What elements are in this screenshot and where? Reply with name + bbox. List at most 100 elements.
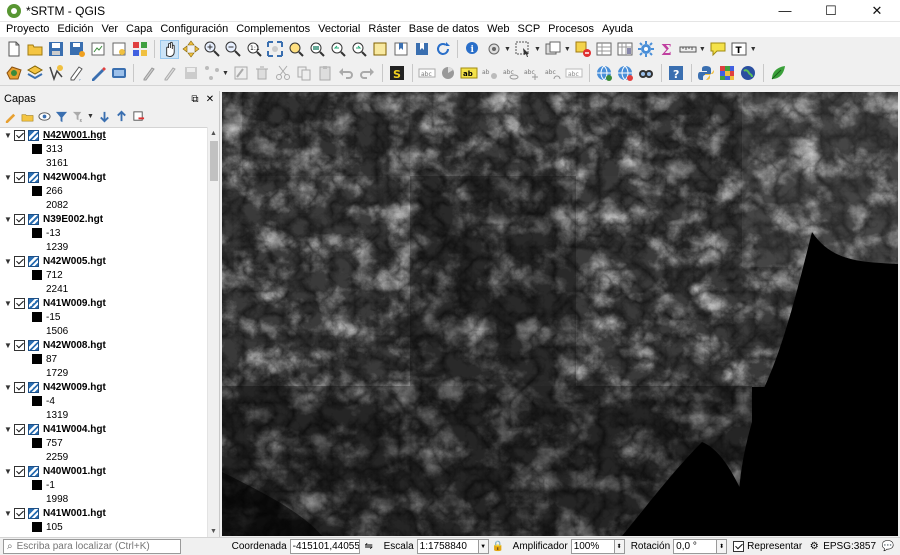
layer-name[interactable]: N39E002.hgt (43, 214, 103, 225)
add-delimited-text-icon[interactable]: , (67, 64, 86, 83)
layer-item[interactable]: ▼ N42W008.hgt 87 1729 (0, 338, 219, 380)
magnifier-field[interactable]: 100% (570, 539, 615, 554)
expander-icon[interactable]: ▼ (4, 509, 14, 518)
layer-item[interactable]: ▼ N41W001.hgt 105 (0, 506, 219, 537)
identify-features-icon[interactable]: i (463, 40, 482, 59)
rotation-spinbox[interactable]: 0,0 ° ⬍ (673, 539, 728, 554)
globe-icon[interactable] (739, 64, 758, 83)
manage-map-themes-icon[interactable] (37, 110, 51, 124)
show-bookmarks-icon[interactable] (412, 40, 431, 59)
layer-name[interactable]: N41W001.hgt (43, 508, 106, 519)
metasearch-icon[interactable] (637, 64, 656, 83)
layout-manager-icon[interactable] (109, 40, 128, 59)
layer-visibility-checkbox[interactable] (14, 423, 25, 435)
filter-legend-icon[interactable] (54, 110, 68, 124)
add-wms-layer-icon[interactable] (595, 64, 614, 83)
python-console-icon[interactable] (697, 64, 716, 83)
statistical-summary-icon[interactable]: Σ (658, 40, 677, 59)
layer-visibility-checkbox[interactable] (14, 381, 25, 393)
menu-vectorial[interactable]: Vectorial (314, 22, 364, 37)
layer-item[interactable]: ▼ N42W009.hgt -4 1319 (0, 380, 219, 422)
layer-item[interactable]: ▼ N40W001.hgt -1 1998 (0, 464, 219, 506)
layer-name[interactable]: N41W009.hgt (43, 298, 106, 309)
menu-ver[interactable]: Ver (98, 22, 123, 37)
coordinate-field[interactable]: -415101,4405562 (289, 539, 360, 554)
text-annotation-icon[interactable]: T (730, 40, 749, 59)
menu-base-de-datos[interactable]: Base de datos (405, 22, 483, 37)
menu-procesos[interactable]: Procesos (544, 22, 598, 37)
layers-scrollbar[interactable]: ▲ ▼ (207, 127, 219, 537)
style-panel-icon[interactable] (3, 110, 17, 124)
select-by-value-icon[interactable] (544, 40, 563, 59)
expander-icon[interactable]: ▼ (4, 131, 14, 140)
scp-plugin-icon[interactable]: S (388, 64, 407, 83)
help-icon[interactable]: ? (667, 64, 686, 83)
menu-capa[interactable]: Capa (122, 22, 156, 37)
collapse-all-icon[interactable] (115, 110, 129, 124)
data-source-manager-icon[interactable] (4, 64, 23, 83)
layer-visibility-checkbox[interactable] (14, 171, 25, 183)
print-layout-icon[interactable] (88, 40, 107, 59)
new-project-icon[interactable] (4, 40, 23, 59)
layer-name[interactable]: N42W005.hgt (43, 256, 106, 267)
maximize-button[interactable]: ☐ (808, 0, 854, 22)
layer-name[interactable]: N40W001.hgt (43, 466, 106, 477)
layer-visibility-checkbox[interactable] (14, 255, 25, 267)
expander-icon[interactable]: ▼ (4, 425, 14, 434)
menu-complementos[interactable]: Complementos (232, 22, 314, 37)
expander-icon[interactable]: ▼ (4, 467, 14, 476)
save-project-icon[interactable] (46, 40, 65, 59)
zoom-to-selection-icon[interactable] (286, 40, 305, 59)
processing-toolbox-icon[interactable] (637, 40, 656, 59)
chevron-down-icon[interactable]: ▼ (534, 46, 541, 53)
chevron-down-icon[interactable]: ▼ (87, 113, 94, 120)
deselect-features-icon[interactable] (574, 40, 593, 59)
layer-item[interactable]: ▼ N42W001.hgt 313 3161 (0, 128, 219, 170)
crs-label[interactable]: EPSG:3857 (823, 541, 876, 552)
add-wcs-layer-icon[interactable] (616, 64, 635, 83)
layer-item[interactable]: ▼ N42W005.hgt 712 2241 (0, 254, 219, 296)
layer-item[interactable]: ▼ N41W009.hgt -15 1506 (0, 296, 219, 338)
open-project-icon[interactable] (25, 40, 44, 59)
scale-field[interactable]: 1:1758840 (416, 539, 479, 554)
chevron-down-icon[interactable]: ▼ (478, 539, 489, 554)
scroll-down-icon[interactable]: ▼ (208, 525, 219, 537)
expander-icon[interactable]: ▼ (4, 215, 14, 224)
menu-configuracion[interactable]: Configuración (156, 22, 232, 37)
layer-name[interactable]: N42W001.hgt (43, 130, 106, 141)
digitize-icon[interactable] (88, 64, 107, 83)
locator-search-input[interactable]: ⌕ Escriba para localizar (Ctrl+K) (3, 539, 181, 554)
toggle-extents-icon[interactable]: ⇋ (363, 541, 375, 553)
pan-to-selection-icon[interactable] (181, 40, 200, 59)
measure-line-icon[interactable] (679, 40, 698, 59)
leaf-plugin-icon[interactable] (769, 64, 788, 83)
layer-visibility-checkbox[interactable] (14, 507, 25, 519)
new-bookmark-icon[interactable] (391, 40, 410, 59)
new-map-view-icon[interactable] (370, 40, 389, 59)
crs-icon[interactable]: ⚙ (808, 541, 820, 553)
close-panel-icon[interactable]: ✕ (204, 93, 216, 105)
highlight-labels-icon[interactable]: ab (460, 64, 479, 83)
chevron-down-icon[interactable]: ▼ (504, 46, 511, 53)
zoom-full-icon[interactable] (265, 40, 284, 59)
chevron-down-icon[interactable]: ▼ (750, 46, 757, 53)
move-label-icon[interactable]: abc (523, 64, 542, 83)
add-vector-layer-icon[interactable] (46, 64, 65, 83)
layer-item[interactable]: ▼ N39E002.hgt -13 1239 (0, 212, 219, 254)
layer-name[interactable]: N41W004.hgt (43, 424, 106, 435)
rotation-field[interactable]: 0,0 ° (673, 539, 718, 554)
layer-labeling-icon[interactable]: abc (418, 64, 437, 83)
layer-visibility-checkbox[interactable] (14, 213, 25, 225)
layer-item[interactable]: ▼ N41W004.hgt 757 2259 (0, 422, 219, 464)
render-checkbox[interactable] (733, 541, 745, 552)
expander-icon[interactable]: ▼ (4, 299, 14, 308)
menu-ayuda[interactable]: Ayuda (598, 22, 637, 37)
dem-raster[interactable] (222, 92, 898, 536)
menu-proyecto[interactable]: Proyecto (2, 22, 53, 37)
expander-icon[interactable]: ▼ (4, 383, 14, 392)
select-features-icon[interactable] (514, 40, 533, 59)
zoom-out-icon[interactable] (223, 40, 242, 59)
virtual-layer-icon[interactable] (109, 64, 128, 83)
scroll-up-icon[interactable]: ▲ (208, 127, 219, 139)
zoom-to-layer-icon[interactable] (307, 40, 326, 59)
